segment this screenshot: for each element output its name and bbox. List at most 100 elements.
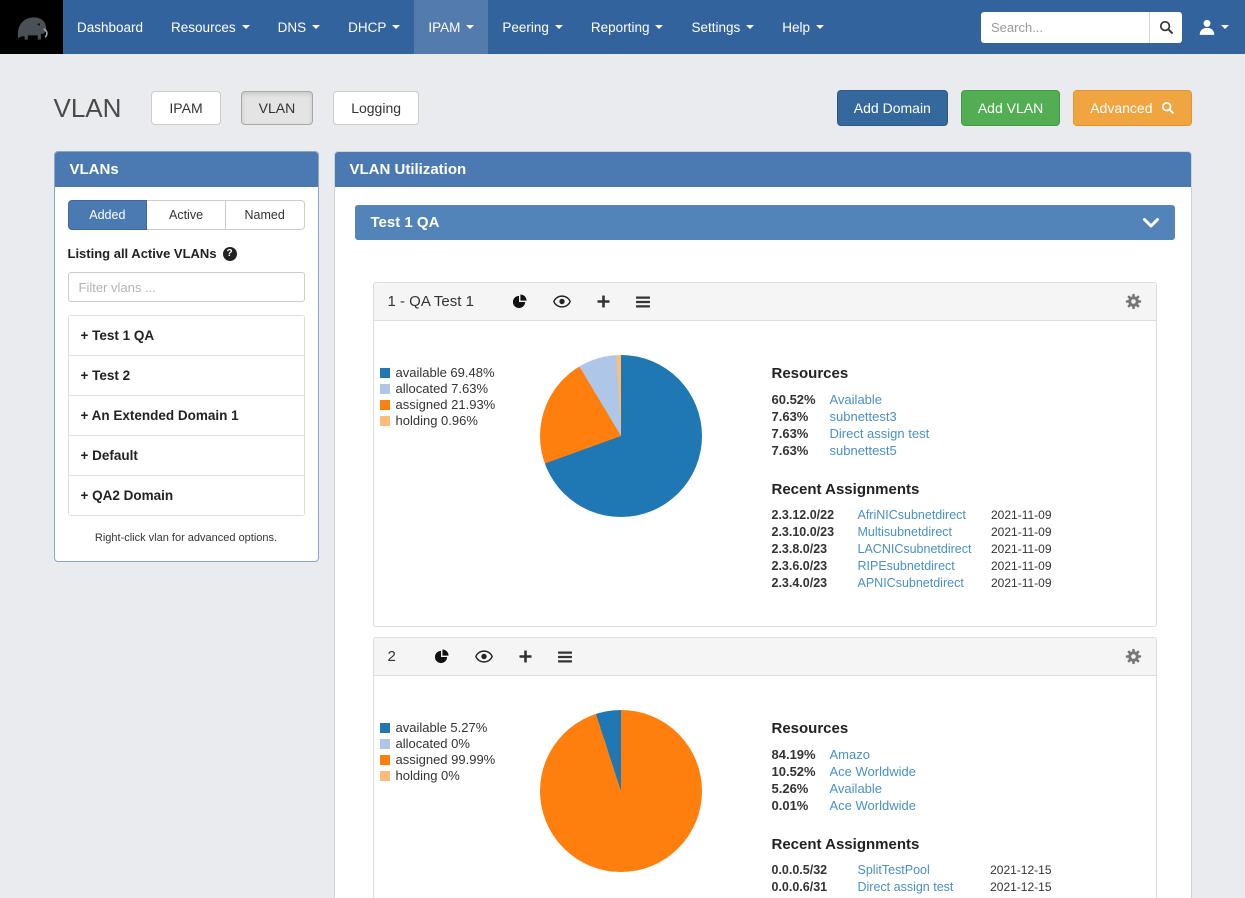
header-actions: Add Domain Add VLAN Advanced	[837, 90, 1192, 126]
resources-title: Resources	[772, 365, 1052, 382]
resources-list: 84.19% Amazo 10.52% Ace Worldwide 5.26% …	[772, 746, 1052, 814]
vlan-list-tab[interactable]: Named	[226, 200, 305, 230]
resource-row: 5.26% Available	[772, 780, 1052, 797]
nav-item[interactable]: DHCP	[334, 0, 414, 54]
resource-link[interactable]: Available	[830, 391, 883, 408]
resource-link[interactable]: subnettest3	[830, 408, 897, 425]
legend-swatch	[380, 723, 390, 733]
nav-item[interactable]: DNS	[264, 0, 335, 54]
nav-item[interactable]: Settings	[677, 0, 768, 54]
view-button[interactable]: IPAM	[151, 91, 220, 125]
vlans-panel-title: VLANs	[55, 152, 318, 187]
eye-icon[interactable]	[475, 650, 493, 663]
resource-row: 7.63% subnettest3	[772, 408, 1052, 425]
resource-link[interactable]: subnettest5	[830, 442, 897, 459]
pie-legend: available 69.48% allocated 7.63% assigne…	[380, 365, 528, 592]
vlan-list-tabs: Added Active Named	[68, 200, 305, 230]
assignment-row: 0.0.0.6/31 Direct assign test 2021-12-15	[772, 879, 1052, 896]
nav-item-label: Settings	[691, 20, 740, 35]
resource-percent: 7.63%	[772, 425, 820, 442]
nav-item[interactable]: IPAM	[414, 0, 488, 54]
assignment-link[interactable]: APNICsubnetdirect	[858, 575, 964, 592]
vlan-filter-input[interactable]	[68, 272, 305, 302]
resource-row: 10.52% Ace Worldwide	[772, 763, 1052, 780]
resource-link[interactable]: Ace Worldwide	[830, 797, 916, 814]
vlan-list-item[interactable]: + Test 2	[69, 356, 304, 396]
help-icon[interactable]: ?	[223, 247, 237, 261]
vlan-card: 2	[373, 637, 1157, 898]
caret-down-icon	[466, 25, 474, 29]
resource-percent: 0.01%	[772, 797, 820, 814]
assignments-list: 2.3.12.0/22 AfriNICsubnetdirect 2021-11-…	[772, 507, 1052, 592]
vlan-section-header[interactable]: Test 1 QA	[355, 205, 1175, 240]
vlan-list-item[interactable]: + Default	[69, 436, 304, 476]
vlan-card-header: 2	[374, 638, 1156, 676]
add-vlan-button[interactable]: Add VLAN	[961, 90, 1060, 126]
nav-item[interactable]: Resources	[157, 0, 264, 54]
assignment-cidr: 2.3.8.0/23	[772, 541, 850, 558]
view-button[interactable]: Logging	[333, 91, 419, 125]
nav-item-label: Dashboard	[77, 20, 143, 35]
search-button[interactable]	[1149, 12, 1182, 43]
pie-chart-view-icon[interactable]	[512, 294, 527, 309]
resource-link[interactable]: Ace Worldwide	[830, 763, 916, 780]
nav-item[interactable]: Reporting	[577, 0, 678, 54]
resource-percent: 10.52%	[772, 763, 820, 780]
resource-row: 7.63% subnettest5	[772, 442, 1052, 459]
menu-bars-icon[interactable]	[558, 651, 572, 663]
sidebar-footer-note: Right-click vlan for advanced options.	[68, 532, 305, 548]
nav-item[interactable]: Dashboard	[63, 0, 157, 54]
assignment-date: 2021-11-09	[991, 541, 1052, 558]
user-icon	[1198, 18, 1216, 36]
assignment-row: 2.3.4.0/23 APNICsubnetdirect 2021-11-09	[772, 575, 1052, 592]
search-icon	[1159, 20, 1174, 35]
vlan-list-tab[interactable]: Active	[147, 200, 226, 230]
view-button[interactable]: VLAN	[241, 91, 314, 125]
assignments-list: 0.0.0.5/32 SplitTestPool 2021-12-15 0.0.…	[772, 862, 1052, 896]
legend-label: allocated 7.63%	[396, 381, 489, 397]
nav-item-label: Resources	[171, 20, 236, 35]
assignment-row: 2.3.10.0/23 Multisubnetdirect 2021-11-09	[772, 524, 1052, 541]
menu-bars-icon[interactable]	[636, 296, 650, 308]
chevron-down-icon[interactable]	[1143, 218, 1159, 228]
assignment-link[interactable]: AfriNICsubnetdirect	[858, 507, 966, 524]
vlan-list-tab[interactable]: Added	[68, 200, 148, 230]
nav-item[interactable]: Help	[768, 0, 838, 54]
eye-icon[interactable]	[553, 295, 571, 308]
caret-down-icon	[816, 25, 824, 29]
vlan-list-item[interactable]: + An Extended Domain 1	[69, 396, 304, 436]
plus-icon[interactable]	[597, 295, 610, 308]
vlan-list-item[interactable]: + QA2 Domain	[69, 476, 304, 515]
pie-chart-view-icon[interactable]	[434, 649, 449, 664]
user-menu[interactable]	[1198, 18, 1229, 36]
resource-link[interactable]: Amazo	[830, 746, 870, 763]
assignment-link[interactable]: SplitTestPool	[858, 862, 930, 879]
vlan-list: + Test 1 QA + Test 2 + An Extended Domai…	[68, 315, 305, 516]
legend-swatch	[380, 384, 390, 394]
page-header: VLAN IPAM VLAN Logging Add Domain Add VL…	[54, 90, 1192, 126]
assignment-link[interactable]: Multisubnetdirect	[858, 524, 953, 541]
resource-link[interactable]: Available	[830, 780, 883, 797]
assignment-link[interactable]: Direct assign test	[858, 879, 954, 896]
plus-icon[interactable]	[519, 650, 532, 663]
gear-icon[interactable]	[1125, 648, 1142, 665]
page-container: VLAN IPAM VLAN Logging Add Domain Add VL…	[54, 90, 1192, 898]
assignment-link[interactable]: RIPEsubnetdirect	[858, 558, 955, 575]
top-navbar: Dashboard Resources DNS DHCP IPAM Peerin…	[0, 0, 1245, 54]
search-input[interactable]	[981, 12, 1149, 43]
assignment-row: 2.3.8.0/23 LACNICsubnetdirect 2021-11-09	[772, 541, 1052, 558]
resource-row: 60.52% Available	[772, 391, 1052, 408]
assignment-link[interactable]: LACNICsubnetdirect	[858, 541, 972, 558]
vlan-list-item[interactable]: + Test 1 QA	[69, 316, 304, 356]
nav-item[interactable]: Peering	[488, 0, 577, 54]
gear-icon[interactable]	[1125, 293, 1142, 310]
legend-label: available 5.27%	[396, 720, 488, 736]
legend-label: assigned 99.99%	[396, 752, 496, 768]
caret-down-icon	[746, 25, 754, 29]
advanced-button[interactable]: Advanced	[1073, 90, 1191, 126]
app-logo[interactable]	[0, 0, 63, 54]
add-domain-button[interactable]: Add Domain	[837, 90, 948, 126]
legend-item: assigned 99.99%	[380, 752, 528, 768]
card-details: Resources 60.52% Available 7.63% subnett…	[772, 365, 1052, 592]
resource-link[interactable]: Direct assign test	[830, 425, 930, 442]
